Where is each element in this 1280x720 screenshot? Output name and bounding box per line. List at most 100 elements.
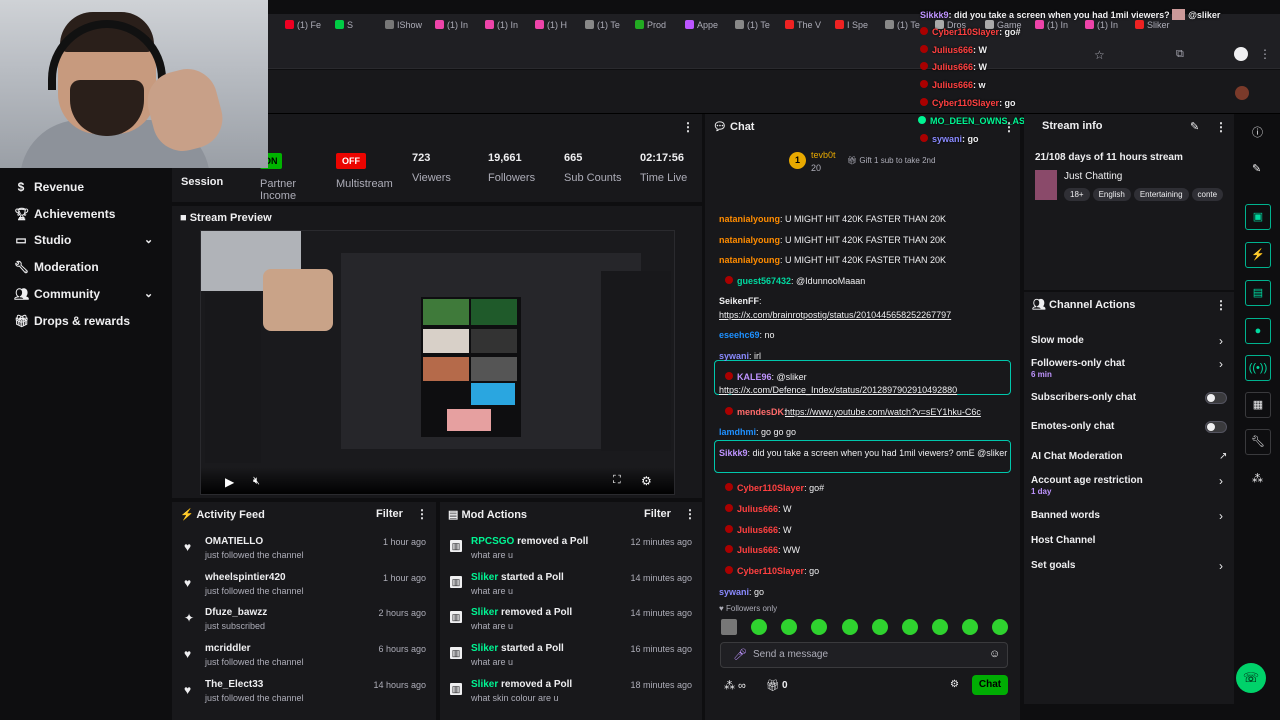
chat-username[interactable]: natanialyoung <box>719 235 780 245</box>
channel-action-account-age-restriction[interactable]: Account age restriction 1 day <box>1031 475 1226 496</box>
channel-points-icon[interactable]: ⁂ ∞ <box>724 679 746 692</box>
clip-icon[interactable]: ▣ <box>1245 204 1271 230</box>
stream-tag[interactable]: conte <box>1191 188 1224 201</box>
lightning-icon[interactable]: ⚡ <box>1245 242 1271 268</box>
emote-icon[interactable] <box>902 619 918 635</box>
chat-username[interactable]: Cyber110Slayer <box>737 483 804 493</box>
chevron-right-icon[interactable]: › <box>1219 559 1223 573</box>
chevron-right-icon[interactable]: › <box>1219 509 1223 523</box>
external-link-icon[interactable]: ↗ <box>1219 451 1227 462</box>
channel-action-ai-chat-moderation[interactable]: AI Chat Moderation <box>1031 451 1226 462</box>
chat-username[interactable]: eseehc69 <box>719 330 760 340</box>
browser-tab[interactable]: (1) Te <box>735 20 781 36</box>
chat-username[interactable]: sywani <box>719 587 749 597</box>
activity-item[interactable]: ♥ OMATIELLO just followed the channel 1 hou… <box>172 536 436 572</box>
stream-preview-video[interactable]: ▶ 🔇︎ ⚙ ⛶ <box>200 230 675 495</box>
emote-icon[interactable] <box>781 619 797 635</box>
stats-menu-icon[interactable]: ⋮ <box>682 120 694 134</box>
fullscreen-icon[interactable]: ⛶ <box>613 474 621 487</box>
chat-input[interactable]: 🎤︎ Send a message ☺ <box>720 642 1008 668</box>
stream-tag[interactable]: 18+ <box>1064 188 1090 201</box>
chat-bubble-icon[interactable]: ● <box>1245 318 1271 344</box>
activity-item[interactable]: ♥ mcriddler just followed the channel 6 hou… <box>172 643 436 679</box>
activity-item[interactable]: ♥ The_Elect33 just followed the channel 14 … <box>172 679 436 715</box>
menu-dots-icon[interactable]: ⋮ <box>1259 47 1271 61</box>
sidebar-item-drops-rewards[interactable]: 🎁︎ Drops & rewards <box>14 314 164 328</box>
browser-tab[interactable]: (1) Fe <box>285 20 331 36</box>
emote-icon[interactable] <box>751 619 767 635</box>
chat-link[interactable]: https://x.com/Defence_Index/status/20128… <box>719 385 957 395</box>
chat-username[interactable]: SeikenFF <box>719 296 759 306</box>
chat-username[interactable]: lamdhmi <box>719 427 756 437</box>
chevron-down-icon[interactable]: ⌄ <box>144 233 153 246</box>
channel-action-emotes-only-chat[interactable]: Emotes-only chat <box>1031 421 1226 432</box>
chat-username[interactable]: Julius666 <box>737 525 778 535</box>
sidebar-item-community[interactable]: 👥︎ Community ⌄ <box>14 287 164 301</box>
layout-icon[interactable]: ▦ <box>1245 392 1271 418</box>
channel-action-followers-only-chat[interactable]: Followers-only chat 6 min <box>1031 358 1226 379</box>
gift-icon[interactable]: 🎁︎ <box>766 679 780 692</box>
extensions-icon[interactable]: ⧉ <box>1176 48 1184 61</box>
channel-action-set-goals[interactable]: Set goals <box>1031 560 1226 571</box>
browser-tab[interactable]: (1) In <box>1035 20 1081 36</box>
emote-picker-icon[interactable]: ☺ <box>989 648 1000 660</box>
chat-username[interactable]: KALE96 <box>737 372 772 382</box>
chat-username[interactable]: mendesDK <box>737 407 784 417</box>
browser-tab[interactable]: (1) In <box>1085 20 1131 36</box>
mute-icon[interactable]: 🔇︎ <box>253 475 260 488</box>
mod-action-item[interactable]: ▥ Sliker removed a Poll what are u 14 minut… <box>440 607 702 643</box>
chevron-right-icon[interactable]: › <box>1219 357 1223 371</box>
chat-username[interactable]: natanialyoung <box>719 214 780 224</box>
edit-pencil-icon[interactable]: ✎ <box>1190 120 1199 133</box>
mod-action-item[interactable]: ▥ Sliker removed a Poll what skin colour a… <box>440 679 702 715</box>
settings-gear-icon[interactable]: ⚙ <box>641 474 652 488</box>
mod-action-item[interactable]: ▥ Sliker started a Poll what are u 16 minut… <box>440 643 702 679</box>
chat-username[interactable]: Julius666 <box>737 545 778 555</box>
bookmark-star-icon[interactable]: ☆ <box>1094 48 1105 62</box>
mod-actions-menu-icon[interactable]: ⋮ <box>684 507 696 521</box>
info-icon[interactable]: ⓘ <box>1252 124 1263 140</box>
activity-filter-button[interactable]: Filter <box>376 508 403 520</box>
chat-username[interactable]: guest567432 <box>737 276 791 286</box>
play-icon[interactable]: ▶ <box>225 475 234 489</box>
document-icon[interactable]: ▤ <box>1245 280 1271 306</box>
chat-link[interactable]: https://x.com/brainrotpostig/status/2010… <box>719 310 951 320</box>
emote-icon[interactable] <box>872 619 888 635</box>
floating-help-button[interactable]: ☏ <box>1236 663 1266 693</box>
stream-tag[interactable]: Entertaining <box>1133 188 1189 201</box>
multistream-status-badge[interactable]: OFF <box>336 153 366 169</box>
stream-tag[interactable]: English <box>1092 188 1131 201</box>
toggle-switch[interactable] <box>1205 421 1227 433</box>
wrench-icon[interactable]: 🔧︎ <box>1245 429 1271 455</box>
pencil-icon[interactable]: ✎ <box>1252 162 1261 175</box>
browser-tab[interactable]: (1) H <box>535 20 581 36</box>
browser-tab[interactable]: (1) In <box>485 20 531 36</box>
emote-icon[interactable] <box>962 619 978 635</box>
emote-icon[interactable] <box>721 619 737 635</box>
channel-actions-menu-icon[interactable]: ⋮ <box>1215 298 1227 312</box>
points-icon[interactable]: ⁂ <box>1252 472 1263 485</box>
sidebar-item-achievements[interactable]: 🏆︎ Achievements <box>14 207 164 221</box>
activity-menu-icon[interactable]: ⋮ <box>416 507 428 521</box>
emote-icon[interactable] <box>811 619 827 635</box>
browser-tab[interactable]: Prod <box>635 20 681 36</box>
emote-icon[interactable] <box>842 619 858 635</box>
mic-icon[interactable]: 🎤︎ <box>733 648 747 661</box>
chevron-right-icon[interactable]: › <box>1219 474 1223 488</box>
channel-action-host-channel[interactable]: Host Channel <box>1031 535 1226 546</box>
chevron-right-icon[interactable]: › <box>1219 334 1223 348</box>
sidebar-item-revenue[interactable]: $ Revenue <box>14 180 164 194</box>
stream-category[interactable]: Just Chatting <box>1064 171 1122 182</box>
browser-tab[interactable]: Sliker <box>1135 20 1181 36</box>
emote-icon[interactable] <box>992 619 1008 635</box>
chat-username[interactable]: Sikkk9 <box>719 448 748 458</box>
browser-tab[interactable]: (1) Te <box>585 20 631 36</box>
channel-action-slow-mode[interactable]: Slow mode <box>1031 335 1226 346</box>
broadcast-icon[interactable]: ((•)) <box>1245 355 1271 381</box>
user-avatar[interactable] <box>1235 86 1249 100</box>
channel-action-banned-words[interactable]: Banned words <box>1031 510 1226 521</box>
browser-tab[interactable]: (1) In <box>435 20 481 36</box>
browser-tab[interactable]: The V <box>785 20 831 36</box>
channel-action-subscribers-only-chat[interactable]: Subscribers-only chat <box>1031 392 1226 403</box>
gift-leaderboard[interactable]: 1 tevb0t 20 🎁︎ Gift 1 sub to take 2nd <box>789 150 1009 176</box>
